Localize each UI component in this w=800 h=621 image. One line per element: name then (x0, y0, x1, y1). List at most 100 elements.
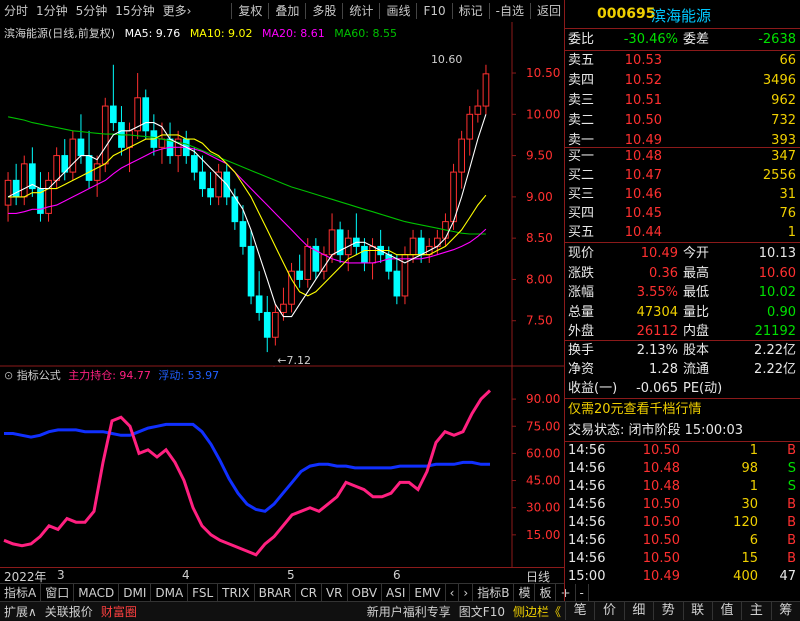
candle-body (458, 138, 465, 173)
indicator-tab-17[interactable]: 板 (535, 584, 557, 602)
expand-button[interactable]: 扩展∧ (0, 603, 41, 620)
indicator-chart[interactable]: 90.00 75.00 60.00 45.00 30.00 15.00 (0, 367, 565, 567)
indicator-tab-14[interactable]: › (459, 584, 474, 602)
toolbar-action-5[interactable]: F10 (419, 0, 449, 22)
tick-volume: 120 (733, 515, 758, 530)
candle-body (272, 311, 279, 338)
candle-body (417, 237, 425, 256)
tick-volume: 15 (741, 551, 758, 566)
indicator-tab-15[interactable]: 指标B (473, 584, 515, 602)
related-quote-button[interactable]: 关联报价 (41, 603, 97, 620)
candle-body (191, 155, 198, 173)
toolbar-action-7[interactable]: -自选 (492, 0, 528, 22)
indicator-tab-7[interactable]: BRAR (255, 584, 297, 602)
candle-body (239, 221, 247, 247)
indicator-tab-2[interactable]: MACD (74, 584, 120, 602)
stat-value: 10.49 (640, 246, 678, 261)
panel-tab-7[interactable]: 筹 (770, 601, 800, 620)
panel-tab-1[interactable]: 价 (594, 601, 623, 620)
weibi-label: 委比 (568, 32, 595, 47)
indicator-tab-6[interactable]: TRIX (218, 584, 255, 602)
indicator-tab-5[interactable]: FSL (188, 584, 219, 602)
stat-value: 3.55% (636, 285, 678, 300)
indicator-tab-19[interactable]: - (576, 584, 589, 602)
panel-tab-4[interactable]: 联 (682, 601, 712, 620)
panel-tab-2[interactable]: 细 (623, 601, 653, 620)
toolbar-period-2[interactable]: 5分钟 (72, 0, 112, 22)
candle-body (263, 311, 271, 338)
toolbar-period-1[interactable]: 1分钟 (32, 0, 72, 22)
indicator-tab-18[interactable]: + (556, 584, 576, 602)
indicator-tab-13[interactable]: ‹ (446, 584, 460, 602)
stat-label: 涨跌 (568, 265, 595, 281)
month-label-5: 5 (287, 568, 295, 582)
ind-tick-label: 45.00 (526, 474, 560, 488)
tick-volume: 6 (749, 533, 758, 548)
promo-row[interactable]: 仅需20元查看千档行情 (565, 400, 800, 419)
toolbar-period-0[interactable]: 分时 (0, 0, 32, 22)
sell-level-label: 卖五 (568, 53, 595, 68)
tick-row: 14:56 10.48 1 S (565, 477, 800, 496)
toolbar-action-8[interactable]: 返回 (533, 0, 565, 22)
main-legend: 滨海能源(日线,前复权) MA5: 9.76 MA10: 9.02 MA20: … (4, 25, 397, 41)
ind-tick-label: 90.00 (526, 392, 560, 406)
indicator-tab-3[interactable]: DMI (119, 584, 152, 602)
indicator-tab-8[interactable]: CR (296, 584, 322, 602)
panel-tab-6[interactable]: 主 (741, 601, 770, 620)
toolbar-action-4[interactable]: 画线 (382, 0, 414, 22)
new-user-welfare-link[interactable]: 新用户福利专享 (363, 603, 455, 620)
indicator-tab-10[interactable]: OBV (348, 584, 383, 602)
indicator-dropdown-icon[interactable]: ⊙ (4, 369, 13, 382)
toolbar-action-6[interactable]: 标记 (455, 0, 487, 22)
tick-volume: 30 (741, 497, 758, 512)
candle-body (320, 254, 328, 272)
tick-row: 14:56 10.50 6 B (565, 531, 800, 550)
sell-level-label: 卖二 (568, 113, 595, 128)
stat2-label-2: 股本 (683, 343, 710, 358)
toolbar-action-1[interactable]: 叠加 (271, 0, 303, 22)
indicator-tab-1[interactable]: 窗口 (41, 584, 75, 602)
buy-price: 10.46 (624, 187, 662, 202)
weicha-label: 委差 (683, 32, 710, 47)
sidebar-toggle[interactable]: 侧边栏《 (509, 603, 565, 620)
high-price-label: 10.60 (431, 53, 463, 66)
indicator-tab-9[interactable]: VR (322, 584, 348, 602)
tick-price: 10.50 (642, 533, 680, 548)
tick-direction: B (787, 443, 796, 458)
buy-level-label: 买三 (568, 187, 595, 202)
ind-tick-label: 60.00 (526, 446, 560, 460)
stat-label-2: 量比 (683, 304, 710, 320)
top-toolbar: 分时 1分钟 5分钟 15分钟 更多› 复权 叠加 多股 统计 画线 F10 标记 -自选 返回 (0, 0, 565, 23)
candle-body (304, 245, 312, 280)
price-tick-label: 10.50 (526, 66, 560, 80)
panel-tab-3[interactable]: 势 (653, 601, 682, 620)
candle-body (361, 245, 368, 264)
toolbar-period-3[interactable]: 15分钟 (111, 0, 158, 22)
toolbar-action-2[interactable]: 多股 (308, 0, 340, 22)
wealth-circle-button[interactable]: 财富圈 (97, 603, 141, 620)
f10-graphic-link[interactable]: 图文F10 (455, 603, 509, 620)
indicator-tab-4[interactable]: DMA (151, 584, 189, 602)
divider-5 (565, 398, 800, 399)
candle-body (158, 138, 166, 148)
price-tick-label: 8.50 (526, 231, 553, 245)
stat2-label-2: 流通 (683, 362, 710, 377)
month-label-6: 6 (393, 568, 401, 582)
indicator-tabs: 指标A 窗口 MACD DMI DMA FSL TRIX BRAR CR VR OBV ASI EMV ‹… (0, 583, 589, 602)
toolbar-period-4[interactable]: 更多› (159, 0, 196, 22)
stat-label-2: 今开 (683, 246, 710, 261)
candlestick-chart[interactable]: 10.50 10.00 9.50 9.00 8.50 8.00 7.50 10.60 ←7.12… (0, 22, 565, 367)
toolbar-action-0[interactable]: 复权 (234, 0, 266, 22)
buy-price: 10.48 (624, 149, 662, 164)
indicator-tab-16[interactable]: 模 (514, 584, 536, 602)
panel-tab-0[interactable]: 笔 (565, 601, 594, 620)
indicator-tab-11[interactable]: ASI (382, 584, 411, 602)
indicator-tab-12[interactable]: EMV (410, 584, 446, 602)
trade-state-row: 交易状态: 闭市阶段 15:00:03 (565, 421, 800, 440)
panel-tab-5[interactable]: 值 (711, 601, 741, 620)
indicator-tab-0[interactable]: 指标A (0, 584, 42, 602)
toolbar-action-3[interactable]: 统计 (345, 0, 377, 22)
buy-row: 买一 10.48 347 (565, 147, 800, 166)
indicator-title[interactable]: 指标公式 (17, 369, 61, 382)
ind-tick-label: 30.00 (526, 501, 560, 515)
